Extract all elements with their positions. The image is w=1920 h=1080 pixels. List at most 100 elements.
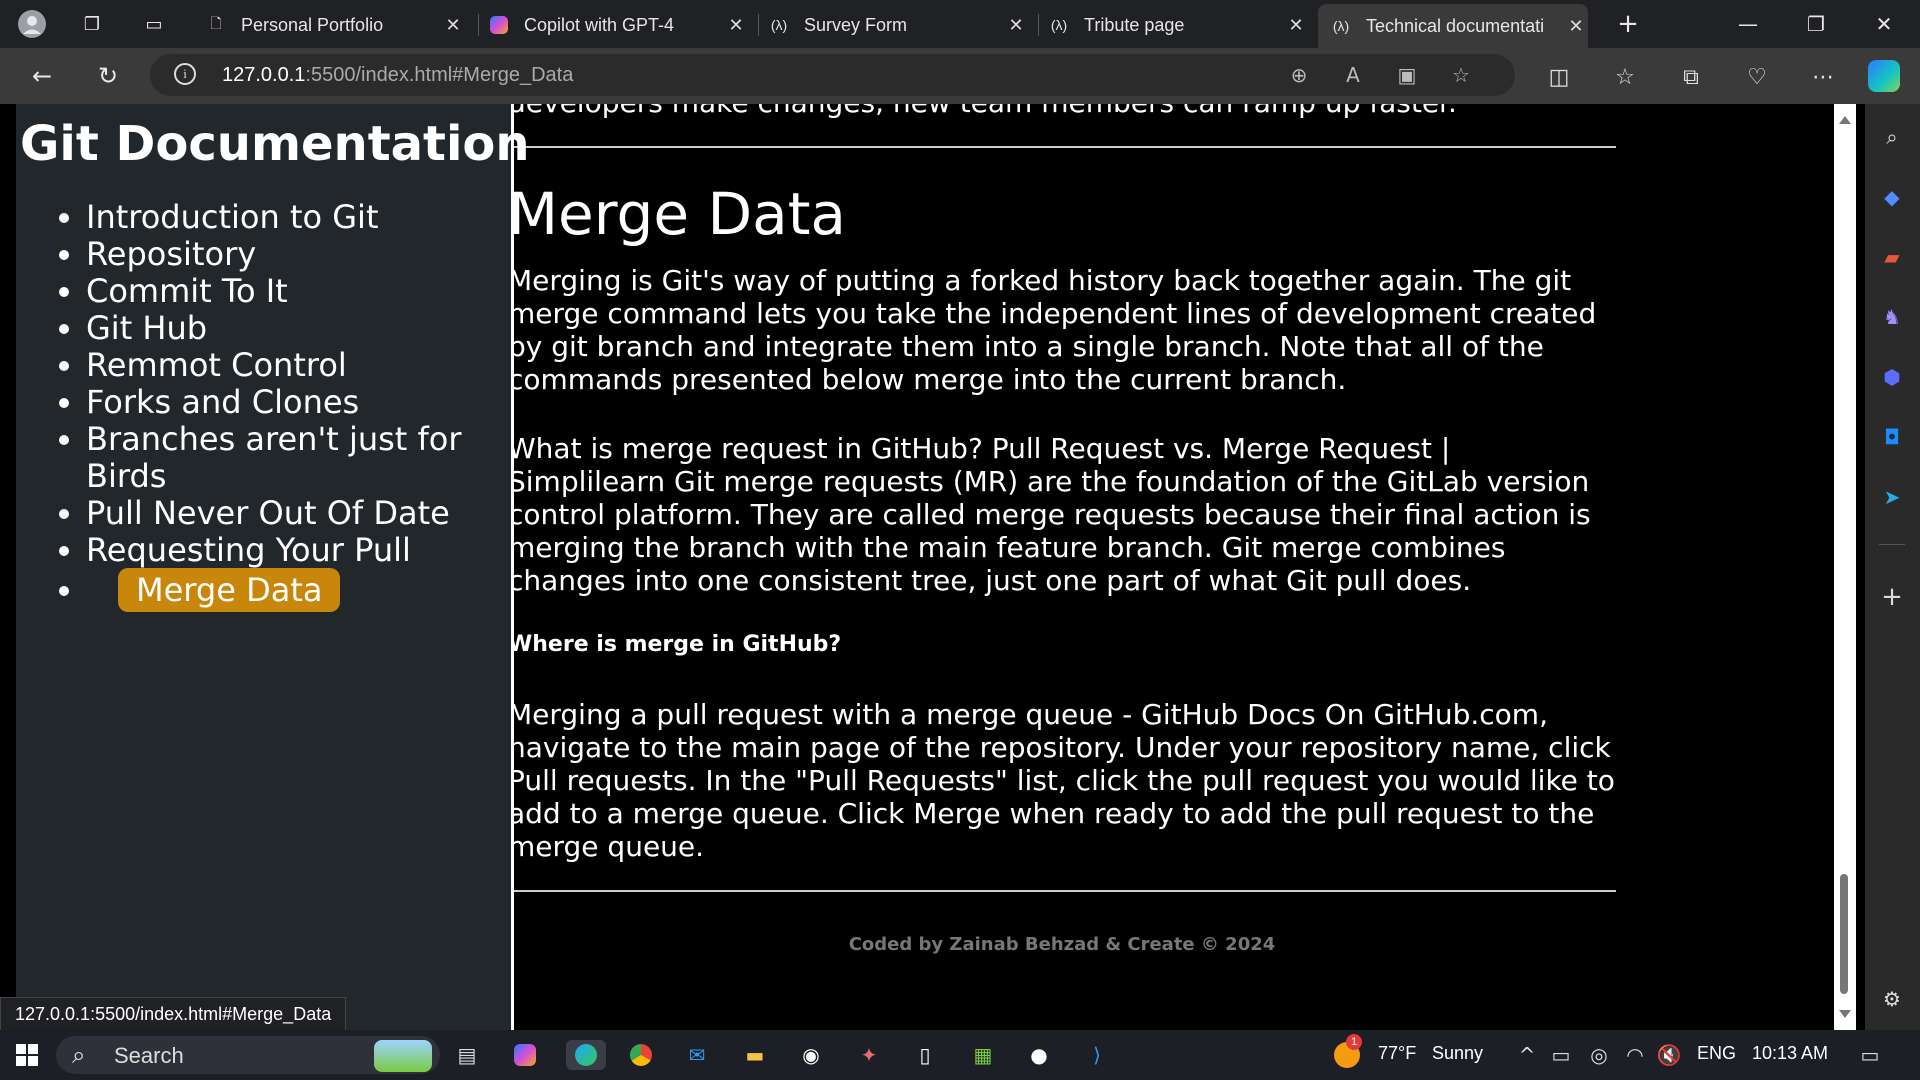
copilot-taskbar-icon[interactable] xyxy=(510,1040,540,1070)
section-subheading: Where is merge in GitHub? xyxy=(508,632,842,657)
nav-list: Introduction to Git Repository Commit To… xyxy=(60,199,506,612)
file-explorer-icon[interactable]: ▬ xyxy=(740,1040,770,1070)
sidebar-separator xyxy=(1879,544,1905,545)
windows-start-icon[interactable] xyxy=(12,1040,42,1070)
whatsapp-icon[interactable]: ◉ xyxy=(796,1040,826,1070)
settings-gear-icon[interactable]: ⚙ xyxy=(1877,984,1907,1014)
zoom-icon[interactable]: ⊕ xyxy=(1284,60,1314,90)
camera-icon[interactable]: ◎ xyxy=(1584,1040,1614,1070)
close-tab-icon[interactable]: ✕ xyxy=(1004,15,1028,36)
nav-item: Forks and Clones xyxy=(86,384,506,421)
close-tab-icon[interactable]: ✕ xyxy=(441,15,465,36)
edge-sidebar: ⌕ ◆ ▰ ♞ ⬢ ◘ ➤ + ⚙ xyxy=(1865,104,1920,1030)
tab-copilot[interactable]: Copilot with GPT-4 ✕ xyxy=(488,5,748,45)
close-tab-icon[interactable]: ✕ xyxy=(1564,16,1588,37)
favorite-star-icon[interactable]: ☆ xyxy=(1446,60,1476,90)
scroll-thumb[interactable] xyxy=(1840,874,1848,994)
page-viewport: developers make changes, new team member… xyxy=(0,104,1834,1030)
wifi-icon[interactable]: ◠ xyxy=(1620,1040,1650,1070)
split-screen-icon[interactable]: ◫ xyxy=(1542,60,1576,94)
nav-link-introduction[interactable]: Introduction to Git xyxy=(86,198,378,236)
close-tab-icon[interactable]: ✕ xyxy=(724,15,748,36)
url-text[interactable]: 127.0.0.1:5500/index.html#Merge_Data xyxy=(222,64,573,87)
scroll-up-arrow-icon[interactable] xyxy=(1839,116,1851,124)
games-icon[interactable]: ♞ xyxy=(1877,302,1907,332)
tab-personal-portfolio[interactable]: 🗋 Personal Portfolio ✕ xyxy=(205,5,465,45)
close-tab-icon[interactable]: ✕ xyxy=(1284,15,1308,36)
nav-link-merge-data[interactable]: Merge Data xyxy=(118,568,341,612)
nav-link-requesting-pull[interactable]: Requesting Your Pull xyxy=(86,531,411,569)
nav-link-github[interactable]: Git Hub xyxy=(86,309,207,347)
language-indicator[interactable]: ENG xyxy=(1697,1043,1736,1064)
profile-avatar-icon[interactable] xyxy=(16,8,48,40)
nav-item: Commit To It xyxy=(86,273,506,310)
taskbar-search[interactable]: ⌕ Search xyxy=(56,1036,440,1074)
close-window-icon[interactable]: ✕ xyxy=(1862,6,1906,42)
browser-essentials-icon[interactable]: ♡ xyxy=(1740,60,1774,94)
outlook-icon[interactable]: ◘ xyxy=(1877,422,1907,452)
edge-taskbar-icon[interactable] xyxy=(566,1040,606,1070)
back-icon[interactable]: ← xyxy=(24,58,60,94)
read-aloud-icon[interactable]: A xyxy=(1338,60,1368,90)
send-icon[interactable]: ➤ xyxy=(1877,482,1907,512)
nav-item-active: Merge Data xyxy=(86,568,506,612)
store-icon[interactable]: ▦ xyxy=(968,1040,998,1070)
notepad-icon[interactable]: ▯ xyxy=(910,1040,940,1070)
notifications-icon[interactable]: ▭ xyxy=(1855,1040,1885,1070)
copilot-icon[interactable] xyxy=(1868,60,1900,92)
doc-title: Git Documentation xyxy=(20,116,530,172)
copilot-app-icon[interactable]: ⬢ xyxy=(1877,362,1907,392)
divider xyxy=(508,146,1616,148)
restore-icon[interactable]: ❐ xyxy=(1794,6,1838,42)
nav-item: Repository xyxy=(86,236,506,273)
shopping-tag-icon[interactable]: ◆ xyxy=(1877,182,1907,212)
section-paragraph-3: Merging a pull request with a merge queu… xyxy=(508,698,1615,863)
chrome-taskbar-icon[interactable] xyxy=(626,1040,656,1070)
app-icon[interactable]: ✦ xyxy=(854,1040,884,1070)
search-icon[interactable]: ⌕ xyxy=(1877,122,1907,152)
more-options-icon[interactable]: ⋯ xyxy=(1806,60,1840,94)
tab-survey-form[interactable]: (λ) Survey Form ✕ xyxy=(768,5,1028,45)
search-highlight-image xyxy=(374,1040,432,1072)
windows-taskbar: ⌕ Search ▤ ✉ ▬ ◉ ✦ ▯ ▦ ● ⟩ 1 77°F Sunny … xyxy=(0,1030,1920,1080)
codepen-icon: (λ) xyxy=(1332,18,1350,34)
vscode-icon[interactable]: ⟩ xyxy=(1082,1040,1112,1070)
scroll-down-arrow-icon[interactable] xyxy=(1839,1010,1851,1018)
search-icon: ⌕ xyxy=(72,1041,86,1069)
minimize-icon[interactable]: — xyxy=(1726,6,1770,42)
divider xyxy=(508,890,1616,892)
mail-icon[interactable]: ✉ xyxy=(682,1040,712,1070)
site-info-icon[interactable]: i xyxy=(174,63,196,85)
nav-link-pull[interactable]: Pull Never Out Of Date xyxy=(86,494,450,532)
workspaces-icon[interactable]: ❐ xyxy=(76,8,108,40)
page-scrollbar[interactable] xyxy=(1834,104,1856,1030)
copilot-icon xyxy=(488,14,510,36)
weather-temp: 77°F xyxy=(1378,1043,1417,1063)
volume-muted-icon[interactable]: 🔇 xyxy=(1654,1040,1684,1070)
immersive-reader-icon[interactable]: ▣ xyxy=(1392,60,1422,90)
nav-link-repository[interactable]: Repository xyxy=(86,235,256,273)
nav-link-forks-clones[interactable]: Forks and Clones xyxy=(86,383,359,421)
address-bar: ← ↻ i 127.0.0.1:5500/index.html#Merge_Da… xyxy=(0,48,1920,104)
add-icon[interactable]: + xyxy=(1877,582,1907,612)
url-field[interactable]: i 127.0.0.1:5500/index.html#Merge_Data ⊕… xyxy=(150,54,1515,96)
github-icon[interactable]: ● xyxy=(1024,1040,1054,1070)
tab-actions-icon[interactable]: ▭ xyxy=(138,8,170,40)
new-tab-icon[interactable]: + xyxy=(1612,8,1644,40)
section-paragraph-1: Merging is Git's way of putting a forked… xyxy=(508,264,1597,396)
tools-icon[interactable]: ▰ xyxy=(1877,242,1907,272)
previous-section-text: developers make changes, new team member… xyxy=(508,104,1457,119)
tab-separator xyxy=(478,14,479,36)
nav-link-commit[interactable]: Commit To It xyxy=(86,272,288,310)
tab-technical-documentation[interactable]: (λ) Technical documentati ✕ xyxy=(1318,4,1588,48)
battery-icon[interactable]: ▭ xyxy=(1546,1040,1576,1070)
chevron-up-icon[interactable]: ^ xyxy=(1512,1040,1542,1070)
nav-link-branches[interactable]: Branches aren't just for Birds xyxy=(86,420,462,495)
favorites-icon[interactable]: ☆ xyxy=(1608,60,1642,94)
clock[interactable]: 10:13 AM xyxy=(1752,1043,1828,1064)
refresh-icon[interactable]: ↻ xyxy=(90,58,126,94)
collections-icon[interactable]: ⧉ xyxy=(1674,60,1708,94)
task-view-icon[interactable]: ▤ xyxy=(452,1040,482,1070)
nav-link-remote-control[interactable]: Remmot Control xyxy=(86,346,347,384)
tab-tribute-page[interactable]: (λ) Tribute page ✕ xyxy=(1048,5,1308,45)
